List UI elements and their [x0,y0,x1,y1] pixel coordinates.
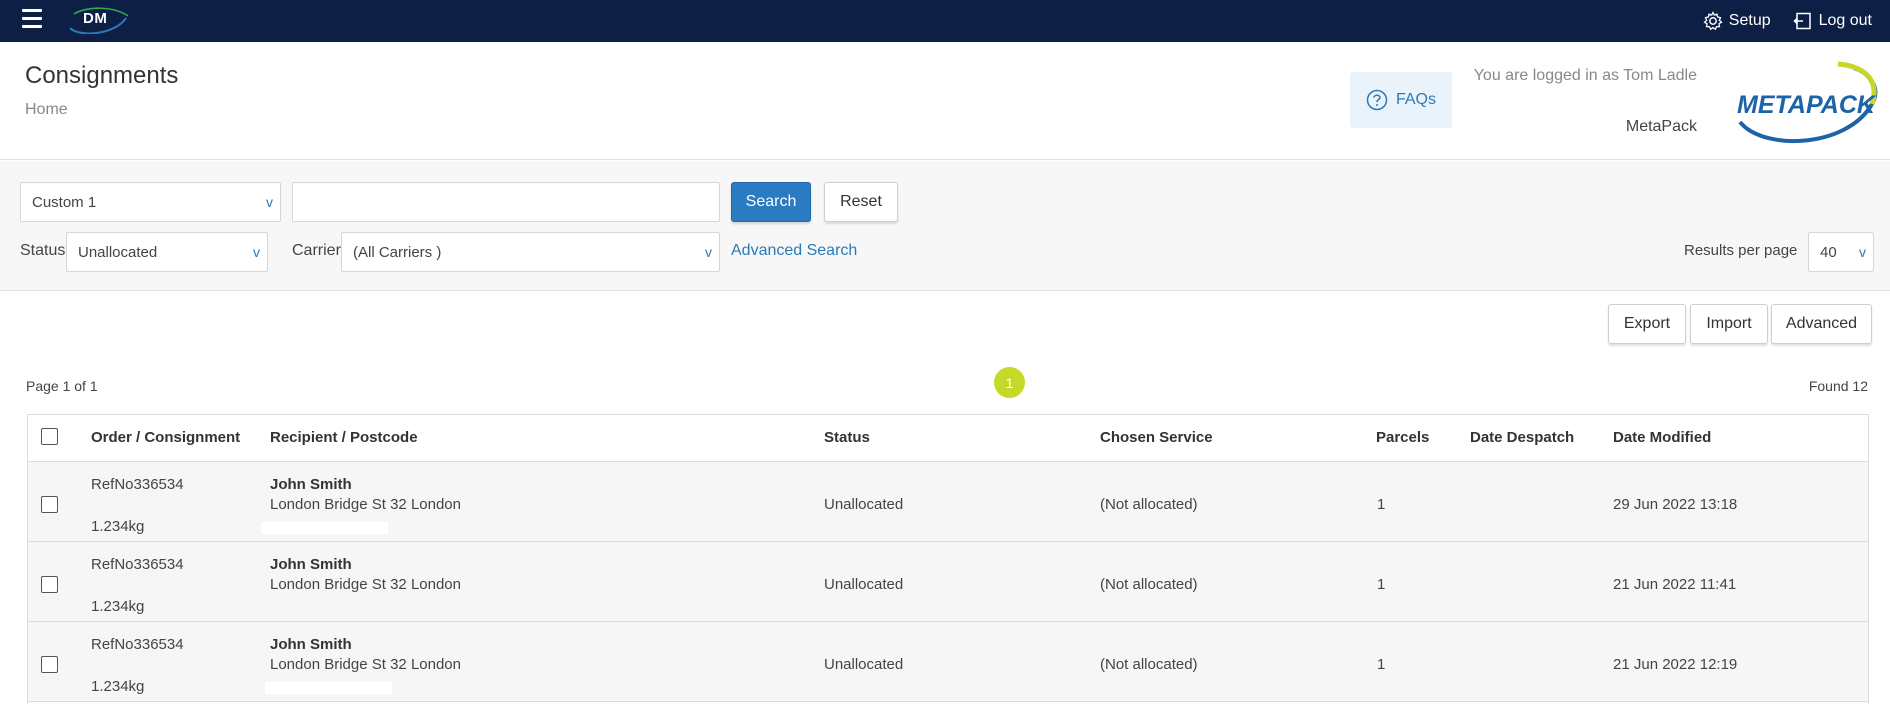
redacted-postcode [265,682,392,694]
column-header-date-modified[interactable]: Date Modified [1613,429,1711,446]
chevron-down-icon: v [1859,244,1866,260]
reset-button[interactable]: Reset [824,182,898,222]
row-checkbox[interactable] [41,496,58,513]
nav-right: Setup Log out [1703,0,1872,42]
table-header: Order / Consignment Recipient / Postcode… [28,415,1868,462]
page-title: Consignments [25,62,179,89]
page-info: Page 1 of 1 [26,378,98,394]
status-cell: Unallocated [824,656,904,673]
results-per-page-label: Results per page [1684,242,1798,259]
breadcrumb-home[interactable]: Home [25,101,68,119]
recipient-name: John Smith [270,556,352,573]
column-header-status[interactable]: Status [824,429,870,446]
found-count: Found 12 [1808,378,1868,394]
modified-cell: 21 Jun 2022 11:41 [1613,576,1737,593]
order-weight: 1.234kg [91,518,145,535]
service-cell: (Not allocated) [1100,496,1198,513]
service-cell: (Not allocated) [1100,576,1198,593]
table-row[interactable]: RefNo336534 1.234kg John Smith London Br… [28,622,1868,702]
row-checkbox[interactable] [41,576,58,593]
faqs-label: FAQs [1395,91,1436,108]
import-button[interactable]: Import [1690,304,1768,344]
row-checkbox[interactable] [41,656,58,673]
logged-in-user: You are logged in as Tom Ladle [1473,67,1697,84]
column-header-service[interactable]: Chosen Service [1100,429,1213,446]
filter-panel: Custom 1 v Search Reset Status Unallocat… [0,161,1890,291]
status-cell: Unallocated [824,576,904,593]
metapack-logo: METAPACK [1737,61,1878,144]
table-row[interactable]: RefNo336534 1.234kg John Smith London Br… [28,462,1868,542]
status-label: Status [20,242,66,259]
help-circle-icon [1366,89,1388,111]
dm-logo-text[interactable]: DM [83,10,107,27]
search-field-select[interactable]: Custom 1 v [20,182,281,222]
parcels-cell: 1 [1377,576,1386,593]
company-name: MetaPack [1625,118,1697,135]
advanced-search-link[interactable]: Advanced Search [731,242,857,260]
redacted-postcode [261,522,388,534]
menu-icon[interactable] [22,9,42,29]
results-per-page-select[interactable]: 40 v [1808,232,1874,272]
carrier-label: Carrier [292,242,341,259]
faqs-button[interactable]: FAQs [1350,72,1452,128]
export-button[interactable]: Export [1608,304,1686,344]
order-ref[interactable]: RefNo336534 [91,556,184,573]
pagination-page-1[interactable]: 1 [994,367,1025,398]
modified-cell: 21 Jun 2022 12:19 [1613,656,1738,673]
select-all-checkbox[interactable] [41,428,58,445]
metapack-logo-text: METAPACK [1737,91,1877,119]
chevron-down-icon: v [253,244,260,260]
service-cell: (Not allocated) [1100,656,1198,673]
carrier-value: (All Carriers ) [353,243,442,261]
gear-icon [1703,11,1723,31]
column-header-parcels[interactable]: Parcels [1376,429,1429,446]
parcels-cell: 1 [1377,656,1386,673]
logout-icon [1793,12,1811,30]
search-input[interactable] [292,182,720,222]
search-button[interactable]: Search [731,182,811,222]
column-header-recipient[interactable]: Recipient / Postcode [270,429,418,446]
logout-link[interactable]: Log out [1793,11,1872,31]
recipient-address: London Bridge St 32 London [270,656,461,673]
column-header-order[interactable]: Order / Consignment [91,429,240,446]
column-header-date-despatch[interactable]: Date Despatch [1470,429,1574,446]
order-ref[interactable]: RefNo336534 [91,636,184,653]
setup-label: Setup [1728,12,1771,29]
table-row[interactable]: RefNo336534 1.234kg John Smith London Br… [28,542,1868,622]
setup-link[interactable]: Setup [1703,11,1771,31]
parcels-cell: 1 [1377,496,1386,513]
status-cell: Unallocated [824,496,904,513]
search-field-value: Custom 1 [32,193,97,211]
recipient-address: London Bridge St 32 London [270,496,461,513]
chevron-down-icon: v [266,194,273,210]
consignments-table: Order / Consignment Recipient / Postcode… [27,414,1869,704]
recipient-name: John Smith [270,636,352,653]
status-value: Unallocated [78,243,158,261]
page-header: Consignments Home FAQs You are logged in… [0,42,1890,160]
order-weight: 1.234kg [91,678,145,695]
order-weight: 1.234kg [91,598,145,615]
recipient-address: London Bridge St 32 London [270,576,461,593]
top-navbar: DM Setup Log out [0,0,1890,42]
carrier-select[interactable]: (All Carriers ) v [341,232,720,272]
chevron-down-icon: v [705,244,712,260]
results-per-page-value: 40 [1820,243,1837,261]
order-ref[interactable]: RefNo336534 [91,476,184,493]
logout-label: Log out [1818,12,1872,29]
status-select[interactable]: Unallocated v [66,232,268,272]
recipient-name: John Smith [270,476,352,493]
advanced-button[interactable]: Advanced [1771,304,1872,344]
modified-cell: 29 Jun 2022 13:18 [1613,496,1738,513]
